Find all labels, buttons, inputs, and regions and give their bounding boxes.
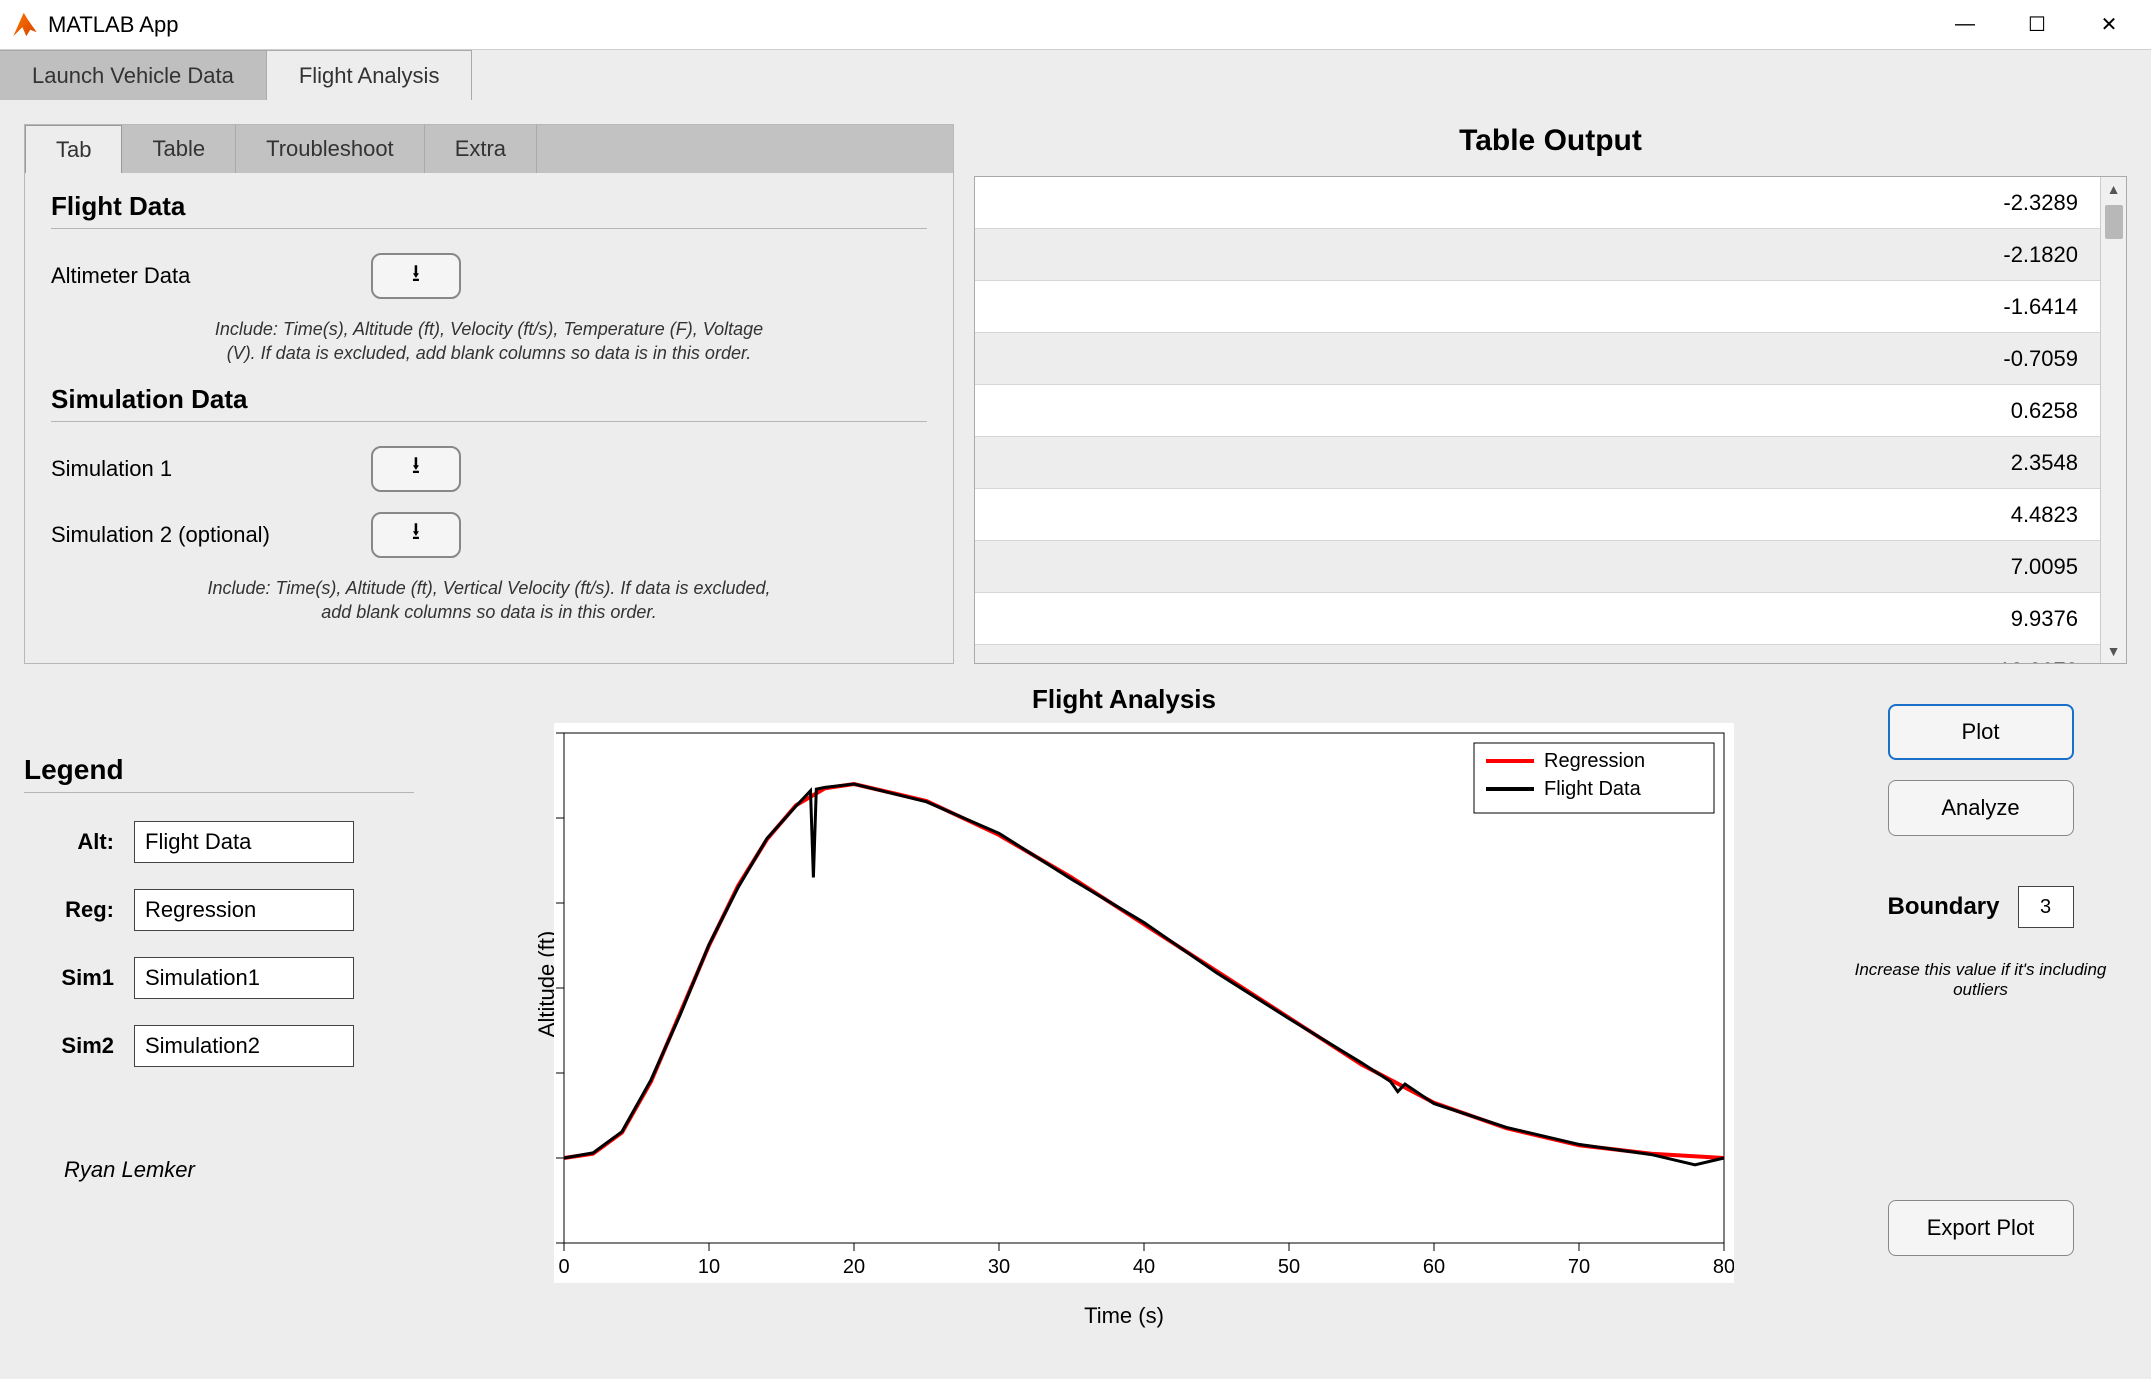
sim1-label: Simulation 1	[51, 456, 311, 482]
left-panel: Tab Table Troubleshoot Extra Flight Data…	[24, 124, 954, 664]
main-tab-bar: Launch Vehicle Data Flight Analysis	[0, 50, 2151, 100]
close-button[interactable]: ✕	[2073, 0, 2145, 50]
altimeter-upload-button[interactable]: ⭳	[371, 253, 461, 299]
table-row[interactable]: 7.0095	[975, 541, 2126, 593]
svg-text:0: 0	[558, 1256, 569, 1278]
upload-icon: ⭳	[412, 514, 420, 555]
boundary-input[interactable]	[2018, 886, 2074, 928]
svg-text:Regression: Regression	[1544, 750, 1645, 772]
legend-title: Legend	[24, 754, 414, 793]
svg-text:50: 50	[1278, 1256, 1300, 1278]
altimeter-hint: Include: Time(s), Altitude (ft), Velocit…	[199, 317, 779, 366]
legend-sim1-label: Sim1	[24, 965, 114, 991]
window-title: MATLAB App	[48, 12, 178, 38]
table-rows: -2.3289-2.1820-1.6414-0.70590.62582.3548…	[975, 177, 2126, 663]
legend-reg-input[interactable]	[134, 889, 354, 931]
legend-row-alt: Alt:	[24, 821, 414, 863]
chart-container: Flight Analysis Altitude (ft) 0102030405…	[434, 684, 1814, 1283]
table-row[interactable]: 2.3548	[975, 437, 2126, 489]
chart-title: Flight Analysis	[434, 684, 1814, 715]
subtab-troubleshoot[interactable]: Troubleshoot	[236, 125, 425, 173]
boundary-row: Boundary	[1887, 886, 2073, 928]
upload-icon: ⭳	[412, 256, 420, 297]
legend-reg-label: Reg:	[24, 897, 114, 923]
bottom-row: Legend Alt: Reg: Sim1 Sim2 Ryan Lemker F…	[24, 684, 2127, 1283]
svg-text:Flight Data: Flight Data	[1544, 778, 1642, 800]
scroll-up-icon: ▲	[2107, 177, 2121, 201]
svg-text:40: 40	[1133, 1256, 1155, 1278]
titlebar-left: MATLAB App	[12, 12, 178, 38]
table-row[interactable]: 9.9376	[975, 593, 2126, 645]
tab-launch-vehicle-data[interactable]: Launch Vehicle Data	[0, 50, 267, 100]
author-label: Ryan Lemker	[24, 1157, 414, 1183]
svg-text:10: 10	[698, 1256, 720, 1278]
boundary-label: Boundary	[1887, 893, 1999, 921]
table-row[interactable]: -0.7059	[975, 333, 2126, 385]
window-titlebar: MATLAB App — ☐ ✕	[0, 0, 2151, 50]
export-plot-button[interactable]: Export Plot	[1888, 1200, 2074, 1256]
chart-xlabel: Time (s)	[1084, 1303, 1164, 1329]
legend-alt-label: Alt:	[24, 829, 114, 855]
table-row[interactable]: -2.3289	[975, 177, 2126, 229]
button-column: Plot Analyze Boundary Increase this valu…	[1834, 684, 2127, 1283]
simulation-data-title: Simulation Data	[51, 384, 927, 422]
upload-icon: ⭳	[412, 448, 420, 489]
subtab-tab[interactable]: Tab	[25, 125, 122, 173]
legend-sim2-input[interactable]	[134, 1025, 354, 1067]
sim1-row: Simulation 1 ⭳	[51, 436, 927, 502]
chart-plot-area: 01020304050607080-1000010002000300040005…	[554, 723, 1734, 1283]
scroll-down-icon: ▼	[2107, 639, 2121, 663]
legend-sim1-input[interactable]	[134, 957, 354, 999]
plot-button[interactable]: Plot	[1888, 704, 2074, 760]
subtab-table[interactable]: Table	[122, 125, 236, 173]
scroll-thumb[interactable]	[2105, 205, 2123, 239]
sub-tab-bar: Tab Table Troubleshoot Extra	[25, 125, 953, 173]
table-output-title: Table Output	[974, 124, 2127, 158]
boundary-hint: Increase this value if it's including ou…	[1834, 960, 2127, 1000]
panel-body: Flight Data Altimeter Data ⭳ Include: Ti…	[25, 173, 953, 660]
sim2-upload-button[interactable]: ⭳	[371, 512, 461, 558]
table-output-panel: Table Output -2.3289-2.1820-1.6414-0.705…	[974, 124, 2127, 664]
sim1-upload-button[interactable]: ⭳	[371, 446, 461, 492]
minimize-button[interactable]: —	[1929, 0, 2001, 50]
svg-text:30: 30	[988, 1256, 1010, 1278]
legend-row-reg: Reg:	[24, 889, 414, 931]
svg-text:70: 70	[1568, 1256, 1590, 1278]
window-controls: — ☐ ✕	[1929, 0, 2145, 50]
svg-text:20: 20	[843, 1256, 865, 1278]
altimeter-label: Altimeter Data	[51, 263, 311, 289]
table-row[interactable]: 4.4823	[975, 489, 2126, 541]
table-output-box: -2.3289-2.1820-1.6414-0.70590.62582.3548…	[974, 176, 2127, 664]
legend-row-sim2: Sim2	[24, 1025, 414, 1067]
content-grid: Tab Table Troubleshoot Extra Flight Data…	[0, 100, 2151, 1307]
table-row[interactable]: 0.6258	[975, 385, 2126, 437]
altimeter-row: Altimeter Data ⭳	[51, 243, 927, 309]
sim-hint: Include: Time(s), Altitude (ft), Vertica…	[199, 576, 779, 625]
table-row[interactable]: 13.2678	[975, 645, 2126, 663]
sim2-label: Simulation 2 (optional)	[51, 522, 311, 548]
sim2-row: Simulation 2 (optional) ⭳	[51, 502, 927, 568]
subtab-extra[interactable]: Extra	[425, 125, 537, 173]
svg-text:80: 80	[1713, 1256, 1734, 1278]
legend-panel: Legend Alt: Reg: Sim1 Sim2 Ryan Lemker	[24, 684, 414, 1283]
legend-row-sim1: Sim1	[24, 957, 414, 999]
analyze-button[interactable]: Analyze	[1888, 780, 2074, 836]
legend-alt-input[interactable]	[134, 821, 354, 863]
tab-flight-analysis[interactable]: Flight Analysis	[267, 50, 473, 100]
table-scrollbar[interactable]: ▲ ▼	[2100, 177, 2126, 663]
maximize-button[interactable]: ☐	[2001, 0, 2073, 50]
flight-data-title: Flight Data	[51, 191, 927, 229]
table-row[interactable]: -1.6414	[975, 281, 2126, 333]
svg-text:60: 60	[1423, 1256, 1445, 1278]
table-row[interactable]: -2.1820	[975, 229, 2126, 281]
legend-sim2-label: Sim2	[24, 1033, 114, 1059]
matlab-icon	[12, 12, 38, 38]
